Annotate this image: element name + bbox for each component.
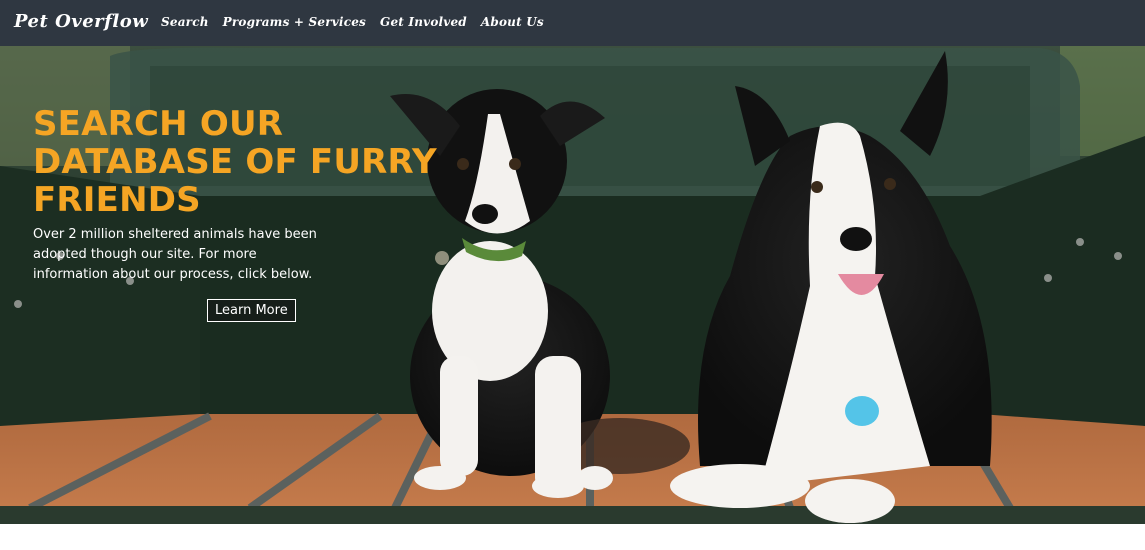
nav-link-get-involved[interactable]: Get Involved [380, 15, 467, 29]
hero-section: SEARCH OUR DATABASE OF FURRY FRIENDS Ove… [0, 46, 1145, 524]
nav-link-programs-services[interactable]: Programs + Services [223, 15, 366, 29]
nav-links: Search Programs + Services Get Involved … [161, 15, 544, 29]
brand-logo[interactable]: Pet Overflow [14, 11, 148, 32]
hero-description: Over 2 million sheltered animals have be… [33, 227, 317, 282]
learn-more-button[interactable]: Learn More [207, 299, 296, 322]
nav-link-about-us[interactable]: About Us [481, 15, 544, 29]
hero-overlay: SEARCH OUR DATABASE OF FURRY FRIENDS Ove… [33, 105, 453, 285]
hero-headline: SEARCH OUR DATABASE OF FURRY FRIENDS [33, 104, 437, 220]
top-navbar: Pet Overflow Search Programs + Services … [0, 0, 1145, 46]
page-bottom-strip [0, 524, 1145, 550]
nav-link-search[interactable]: Search [161, 15, 209, 29]
